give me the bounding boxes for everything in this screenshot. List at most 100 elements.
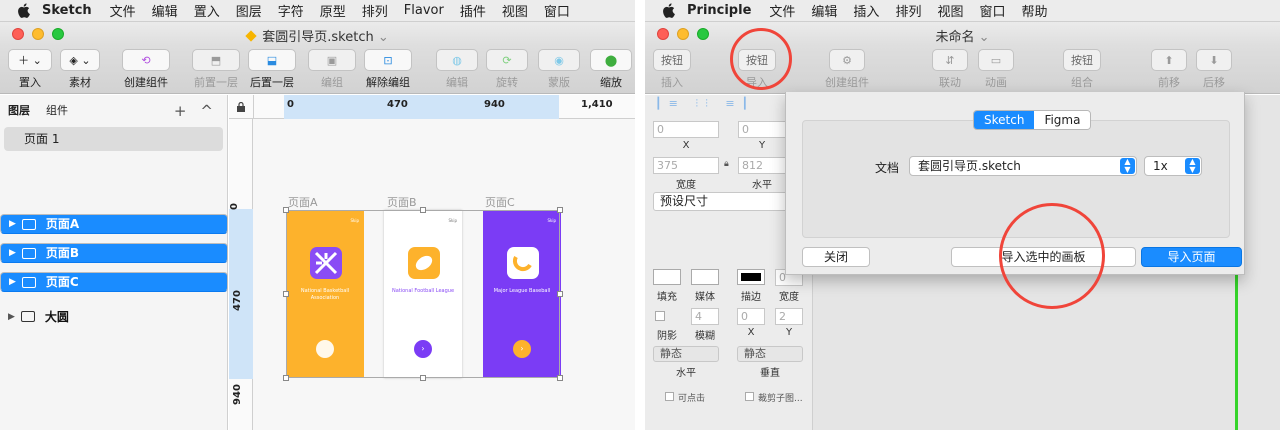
menu-plugins[interactable]: 插件: [460, 1, 486, 20]
import-page-button[interactable]: 导入页面: [1141, 247, 1242, 267]
app-menu[interactable]: Sketch: [42, 3, 92, 18]
tab-symbols[interactable]: 组件: [46, 102, 68, 118]
bring-forward-button[interactable]: ⬒ 前置一层: [192, 49, 240, 90]
ungroup-button[interactable]: ⊡ 解除编组: [364, 49, 412, 90]
lock-icon[interactable]: 🔒︎: [724, 159, 729, 169]
menu-insert[interactable]: 插入: [853, 1, 879, 20]
ruler-tick: 470: [231, 290, 243, 311]
blur-field[interactable]: 4: [691, 308, 719, 325]
shadow-checkbox[interactable]: [655, 311, 665, 321]
send-backward-button[interactable]: ⬇ 后移: [1196, 49, 1232, 90]
tab-layers[interactable]: 图层: [8, 102, 30, 118]
shadow-y-field[interactable]: 2: [775, 308, 803, 325]
resize-handle[interactable]: [283, 291, 289, 297]
menu-window[interactable]: 窗口: [544, 1, 570, 20]
menu-edit[interactable]: 编辑: [811, 1, 837, 20]
document-select[interactable]: 套圆引导页.sketch ▲ ▼: [909, 156, 1137, 176]
add-page-icon[interactable]: +: [174, 102, 187, 120]
disclosure-triangle-icon[interactable]: ▶: [8, 312, 15, 322]
edit-button[interactable]: ◍ 编辑: [436, 49, 478, 90]
layer-row-circle[interactable]: ▶ 大圆: [0, 302, 228, 331]
artboard-label[interactable]: 页面B: [387, 194, 417, 210]
insert-button[interactable]: ＋ ⌄ 置入: [8, 49, 52, 90]
app-menu[interactable]: Principle: [687, 3, 751, 18]
scale-select[interactable]: 1x ▲ ▼: [1144, 156, 1202, 176]
assets-button[interactable]: ◈ ⌄ 素材: [60, 49, 100, 90]
disclosure-triangle-icon[interactable]: ▶: [9, 244, 16, 262]
layer-row-c[interactable]: ▶ 页面C: [0, 272, 228, 292]
rotate-button[interactable]: ⟳ 旋转: [486, 49, 528, 90]
resize-handle[interactable]: [557, 291, 563, 297]
create-symbol-button[interactable]: ⟲ 创建组件: [122, 49, 170, 90]
tab-figma[interactable]: Figma: [1034, 111, 1091, 129]
y-label: Y: [758, 140, 766, 151]
menu-view[interactable]: 视图: [937, 1, 963, 20]
tab-sketch[interactable]: Sketch: [974, 111, 1035, 129]
insert-button[interactable]: 按钮 插入: [653, 49, 691, 90]
preset-size-select[interactable]: 预设尺寸: [653, 192, 793, 211]
lock-icon[interactable]: [229, 95, 254, 119]
menu-view[interactable]: 视图: [502, 1, 528, 20]
resize-handle[interactable]: [283, 375, 289, 381]
x-label: X: [682, 140, 690, 151]
menu-insert[interactable]: 置入: [194, 1, 220, 20]
apple-icon[interactable]: [659, 2, 677, 20]
resize-handle[interactable]: [283, 207, 289, 213]
menu-edit[interactable]: 编辑: [152, 1, 178, 20]
menu-file[interactable]: 文件: [769, 1, 795, 20]
height-field[interactable]: 812: [738, 157, 786, 174]
x-field[interactable]: 0: [653, 121, 719, 138]
artboard-label[interactable]: 页面C: [485, 194, 515, 210]
menu-text[interactable]: 字符: [278, 1, 304, 20]
close-button[interactable]: 关闭: [802, 247, 870, 267]
menu-file[interactable]: 文件: [110, 1, 136, 20]
animate-button[interactable]: ▭ 动画: [978, 49, 1014, 90]
resize-handle[interactable]: [557, 207, 563, 213]
rotate-icon: ⟳: [486, 49, 528, 71]
vertical-select[interactable]: 静态: [737, 346, 803, 362]
menu-help[interactable]: 帮助: [1021, 1, 1047, 20]
width-field[interactable]: 375: [653, 157, 719, 174]
drivers-icon: ⇵: [932, 49, 968, 71]
scale-button[interactable]: ⬤ 缩放: [590, 49, 632, 90]
horizontal-select[interactable]: 静态: [653, 346, 719, 362]
drivers-button[interactable]: ⇵ 联动: [932, 49, 968, 90]
collapse-icon[interactable]: ^: [200, 102, 213, 120]
menu-layer[interactable]: 图层: [236, 1, 262, 20]
layer-row-a[interactable]: ▶ 页面A: [0, 214, 228, 234]
mask-button[interactable]: ◉ 蒙版: [538, 49, 580, 90]
artboard-label[interactable]: 页面A: [288, 194, 318, 210]
apple-icon[interactable]: [14, 2, 32, 20]
disclosure-triangle-icon[interactable]: ▶: [9, 215, 16, 233]
shadow-x-field[interactable]: 0: [737, 308, 765, 325]
clip-checkbox[interactable]: [745, 392, 754, 401]
chevron-down-icon[interactable]: ⌄: [979, 30, 990, 45]
horizontal-ruler: 0 470 940 1,410: [254, 95, 635, 119]
media-swatch[interactable]: [691, 269, 719, 285]
send-backward-button[interactable]: ⬓ 后置一层: [248, 49, 296, 90]
layer-row-b[interactable]: ▶ 页面B: [0, 243, 228, 263]
ungroup-icon: ⊡: [364, 49, 412, 71]
stroke-swatch[interactable]: [737, 269, 765, 285]
page-item[interactable]: 页面 1: [4, 127, 223, 151]
ruler-selection: [284, 95, 559, 119]
menu-arrange[interactable]: 排列: [362, 1, 388, 20]
resize-handle[interactable]: [420, 375, 426, 381]
resize-handle[interactable]: [420, 207, 426, 213]
fill-swatch[interactable]: [653, 269, 681, 285]
menu-arrange[interactable]: 排列: [895, 1, 921, 20]
disclosure-triangle-icon[interactable]: ▶: [9, 273, 16, 291]
chevron-down-icon[interactable]: ⌄: [378, 30, 389, 45]
bring-forward-button[interactable]: ⬆ 前移: [1151, 49, 1187, 90]
menu-window[interactable]: 窗口: [979, 1, 1005, 20]
menu-flavor[interactable]: Flavor: [404, 3, 444, 18]
group-button[interactable]: 按钮 组合: [1063, 49, 1101, 90]
selection-outline: [286, 210, 560, 378]
y-field[interactable]: 0: [738, 121, 786, 138]
resize-handle[interactable]: [557, 375, 563, 381]
sketch-canvas[interactable]: 0 470 940 1,410 0 470 940 页面A 页面B 页面C Sk…: [229, 95, 635, 430]
group-button[interactable]: ▣ 编组: [308, 49, 356, 90]
clickable-checkbox[interactable]: [665, 392, 674, 401]
menu-prototype[interactable]: 原型: [320, 1, 346, 20]
create-component-button[interactable]: ⚙ 创建组件: [825, 49, 869, 90]
